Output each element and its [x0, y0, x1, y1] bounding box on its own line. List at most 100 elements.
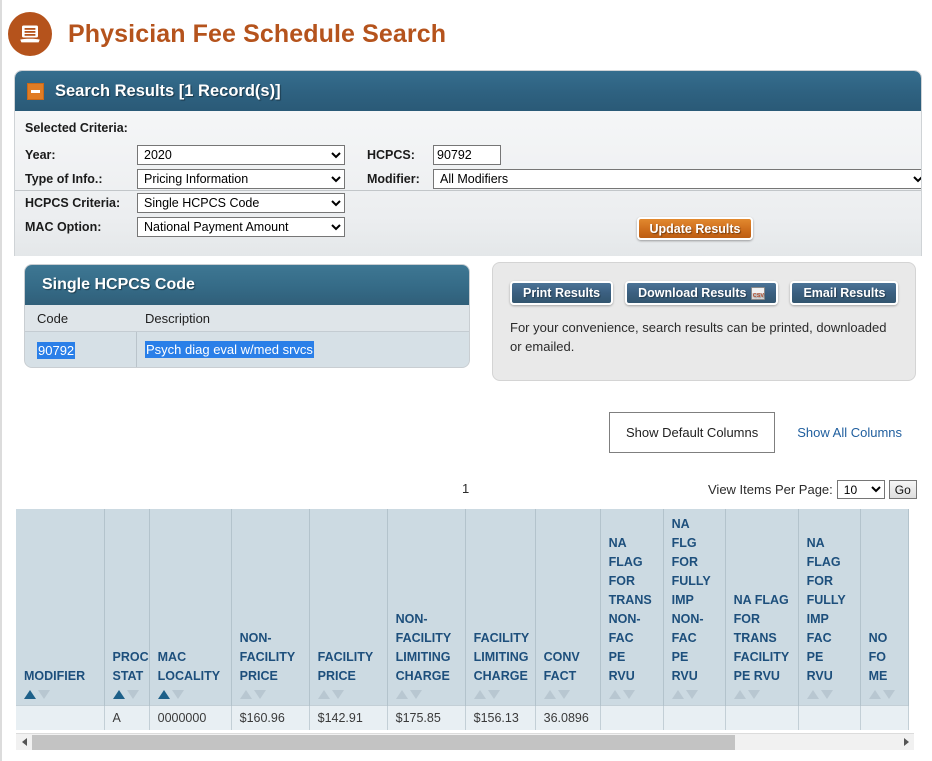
- results-table-scroll-container[interactable]: MODIFIER PROC STAT MAC LOCALITY NON- FACILI…: [16, 509, 914, 733]
- column-header-12[interactable]: NO FO ME: [860, 509, 909, 705]
- hcpcs-label: HCPCS:: [367, 148, 415, 163]
- hcpcs-input[interactable]: [433, 145, 501, 166]
- hcpcs-criteria-label: HCPCS Criteria:: [25, 196, 121, 211]
- sort-ascending-icon[interactable]: [608, 689, 621, 699]
- column-header-9[interactable]: NA FLG FOR FULLY IMP NON- FAC PE RVU: [663, 509, 726, 705]
- sort-arrows[interactable]: [868, 689, 908, 699]
- sort-arrows[interactable]: [395, 689, 465, 699]
- single-hcpcs-code-card: Single HCPCS Code Code Description 90792…: [24, 264, 470, 368]
- download-results-button[interactable]: Download Results CSV: [625, 281, 779, 305]
- minus-icon[interactable]: [27, 82, 44, 100]
- sort-arrows[interactable]: [543, 689, 600, 699]
- table-cell-1: A: [104, 704, 150, 730]
- sort-descending-icon[interactable]: [622, 689, 635, 699]
- sort-descending-icon[interactable]: [557, 689, 570, 699]
- sort-arrows[interactable]: [473, 689, 535, 699]
- sort-arrows[interactable]: [671, 689, 725, 699]
- sort-descending-icon[interactable]: [820, 689, 833, 699]
- print-results-button[interactable]: Print Results: [510, 281, 614, 305]
- sort-descending-icon[interactable]: [882, 689, 895, 699]
- year-select[interactable]: 2020: [137, 145, 345, 166]
- sort-descending-icon[interactable]: [331, 689, 344, 699]
- sort-arrows[interactable]: [806, 689, 860, 699]
- go-button[interactable]: Go: [888, 480, 917, 499]
- chevron-right-icon[interactable]: [898, 734, 914, 751]
- panel-header-title: Search Results [1 Record(s)]: [55, 81, 281, 100]
- column-header-11[interactable]: NA FLAG FOR FULLY IMP FAC PE RVU: [798, 509, 861, 705]
- sort-descending-icon[interactable]: [253, 689, 266, 699]
- show-default-columns-button[interactable]: Show Default Columns: [609, 412, 776, 453]
- type-of-info-select[interactable]: Pricing Information: [137, 169, 345, 190]
- column-header-7[interactable]: CONV FACT: [535, 509, 601, 705]
- table-cell-0: [16, 704, 105, 730]
- sort-arrows[interactable]: [24, 689, 104, 699]
- sort-ascending-icon[interactable]: [733, 689, 746, 699]
- column-header-3[interactable]: NON- FACILITY PRICE: [231, 509, 310, 705]
- column-header-8[interactable]: NA FLAG FOR TRANS NON- FAC PE RVU: [600, 509, 664, 705]
- hcpcs-criteria-select[interactable]: Single HCPCS Code: [137, 193, 345, 214]
- sort-arrows[interactable]: [157, 689, 231, 699]
- scrollbar-track[interactable]: [32, 734, 898, 751]
- sort-descending-icon[interactable]: [747, 689, 760, 699]
- hcpcs-col-code: Code: [37, 310, 69, 326]
- sort-ascending-icon[interactable]: [543, 689, 556, 699]
- table-cell-6: $156.13: [465, 704, 536, 730]
- column-header-5[interactable]: NON- FACILITY LIMITING CHARGE: [387, 509, 466, 705]
- show-all-columns-link[interactable]: Show All Columns: [797, 425, 902, 440]
- email-results-button[interactable]: Email Results: [790, 281, 899, 305]
- sort-ascending-icon[interactable]: [112, 689, 125, 699]
- panel-header: Search Results [1 Record(s)]: [15, 71, 921, 111]
- table-row[interactable]: A 0000000 $160.96 $142.91 $175.85 $156.13 36.0…: [16, 704, 909, 730]
- results-table-header-row: MODIFIER PROC STAT MAC LOCALITY NON- FACILI…: [16, 509, 909, 705]
- sort-ascending-icon[interactable]: [317, 689, 330, 699]
- page-number[interactable]: 1: [462, 481, 469, 496]
- criteria-divider: [15, 190, 921, 191]
- sort-descending-icon[interactable]: [38, 689, 50, 699]
- sort-ascending-icon[interactable]: [395, 689, 408, 699]
- column-header-label: MODIFIER: [24, 668, 86, 683]
- sort-descending-icon[interactable]: [171, 689, 184, 699]
- table-cell-8: [600, 704, 664, 730]
- sort-arrows[interactable]: [112, 689, 149, 699]
- table-cell-7: 36.0896: [535, 704, 601, 730]
- mac-option-row: MAC Option: National Payment Amount: [25, 216, 345, 239]
- table-cell-3: $160.96: [231, 704, 310, 730]
- column-header-0[interactable]: MODIFIER: [16, 509, 105, 705]
- sort-arrows[interactable]: [608, 689, 663, 699]
- column-header-10[interactable]: NA FLAG FOR TRANS FACILITY PE RVU: [725, 509, 799, 705]
- sort-arrows[interactable]: [733, 689, 798, 699]
- logo: [6, 10, 54, 58]
- column-header-6[interactable]: FACILITY LIMITING CHARGE: [465, 509, 536, 705]
- update-results-button[interactable]: Update Results: [637, 217, 753, 240]
- mac-option-select[interactable]: National Payment Amount: [137, 217, 345, 238]
- sort-arrows[interactable]: [239, 689, 309, 699]
- hcpcs-code-value[interactable]: 90792: [37, 341, 76, 359]
- sort-descending-icon[interactable]: [685, 689, 698, 699]
- sort-ascending-icon[interactable]: [24, 689, 36, 699]
- sort-ascending-icon[interactable]: [868, 689, 881, 699]
- sort-ascending-icon[interactable]: [157, 689, 170, 699]
- sort-arrows[interactable]: [317, 689, 387, 699]
- column-header-2[interactable]: MAC LOCALITY: [149, 509, 232, 705]
- chevron-left-icon[interactable]: [16, 734, 32, 751]
- modifier-select[interactable]: All Modifiers: [433, 169, 921, 190]
- sort-descending-icon[interactable]: [409, 689, 422, 699]
- table-row[interactable]: 90792 Psych diag eval w/med srvcs: [25, 332, 469, 367]
- scrollbar-thumb[interactable]: [32, 734, 735, 750]
- column-header-4[interactable]: FACILITY PRICE: [309, 509, 388, 705]
- download-results-label: Download Results: [638, 286, 747, 300]
- results-actions-row: Print Results Download Results CSV Email…: [493, 263, 915, 305]
- criteria-right-column: HCPCS: Modifier: All Modifiers: [367, 144, 921, 192]
- items-per-page-select[interactable]: 10: [836, 480, 885, 499]
- results-actions-card: Print Results Download Results CSV Email…: [492, 262, 916, 381]
- sort-ascending-icon[interactable]: [473, 689, 486, 699]
- sort-ascending-icon[interactable]: [239, 689, 252, 699]
- results-actions-note: For your convenience, search results can…: [510, 320, 887, 354]
- column-header-1[interactable]: PROC STAT: [104, 509, 150, 705]
- sort-descending-icon[interactable]: [126, 689, 139, 699]
- sort-ascending-icon[interactable]: [671, 689, 684, 699]
- hcpcs-cell-code[interactable]: 90792: [25, 332, 137, 367]
- sort-descending-icon[interactable]: [487, 689, 500, 699]
- horizontal-scrollbar[interactable]: [16, 733, 914, 750]
- sort-ascending-icon[interactable]: [806, 689, 819, 699]
